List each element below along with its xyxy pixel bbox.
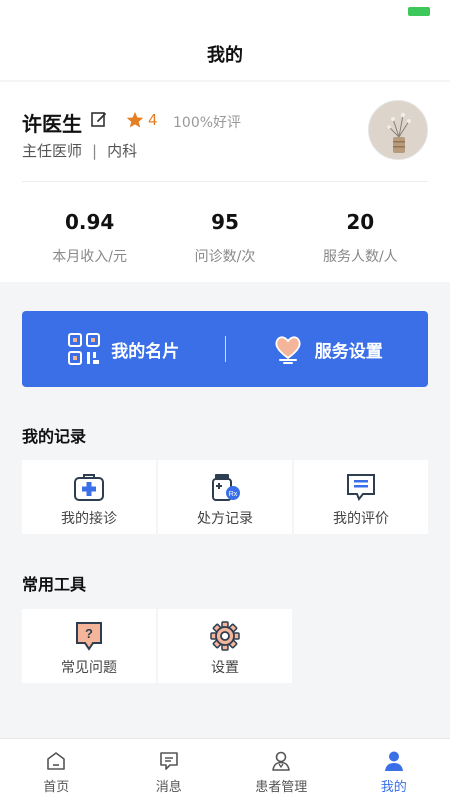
tab-home[interactable]: 首页 [0, 739, 113, 800]
profile-card: 许医生 4 100%好评 主任医师 | 内科 0.94 本月收入/元 95 问诊… [0, 82, 450, 282]
tab-messages[interactable]: 消息 [113, 739, 226, 800]
tile-label: 我的接诊 [61, 511, 117, 527]
review-message-icon [347, 474, 375, 501]
tile-label: 我的评价 [333, 511, 389, 527]
nav-bar: 我的 [0, 28, 450, 80]
service-settings-button[interactable]: 服务设置 [226, 332, 429, 366]
edit-icon[interactable] [90, 110, 108, 128]
rating-value: 4 [148, 111, 158, 129]
tab-label: 消息 [155, 780, 182, 795]
tab-patient-management[interactable]: 患者管理 [225, 739, 338, 800]
doctor-title-line: 主任医师 | 内科 [22, 140, 137, 161]
record-prescriptions[interactable]: Rx 处方记录 [158, 460, 292, 534]
svg-text:?: ? [85, 626, 93, 641]
stat-income[interactable]: 0.94 本月收入/元 [22, 202, 157, 276]
patient-icon [272, 751, 291, 771]
tool-faq[interactable]: ? 常见问题 [22, 609, 156, 683]
tools-section-title: 常用工具 [22, 575, 87, 594]
stat-value: 95 [211, 210, 239, 234]
stat-label: 问诊数/次 [194, 249, 256, 265]
avatar-photo [369, 101, 427, 159]
faq-icon: ? [76, 622, 102, 651]
doctor-name: 许医生 [22, 112, 82, 136]
stat-patients-served[interactable]: 20 服务人数/人 [293, 202, 428, 276]
record-my-reviews[interactable]: 我的评价 [294, 460, 428, 534]
avatar[interactable] [368, 100, 428, 160]
heart-hand-icon [275, 336, 301, 364]
home-icon [47, 752, 66, 770]
title-separator: | [92, 142, 98, 160]
stat-value: 0.94 [64, 210, 115, 234]
stats-panel: 0.94 本月收入/元 95 问诊数/次 20 服务人数/人 [22, 202, 428, 276]
svg-text:Rx: Rx [229, 491, 238, 498]
divider [22, 181, 428, 182]
doctor-department: 内科 [107, 142, 138, 160]
medical-kit-icon [74, 474, 104, 501]
bottom-tab-bar: 首页 消息 患者管理 我的 [0, 738, 450, 800]
tile-label: 设置 [211, 660, 239, 676]
stat-value: 20 [346, 210, 375, 234]
tile-label: 常见问题 [61, 660, 117, 676]
prescription-bottle-icon: Rx [212, 474, 240, 501]
records-grid: 我的接诊 Rx 处方记录 我的评价 [22, 460, 430, 534]
tab-label: 患者管理 [255, 780, 308, 795]
profile-icon [384, 751, 403, 771]
tools-grid: ? 常见问题 设置 [22, 609, 294, 683]
star-icon [126, 111, 144, 128]
action-banner: 我的名片 服务设置 [22, 311, 428, 387]
page-title: 我的 [207, 45, 243, 66]
gear-icon [210, 621, 240, 651]
tool-settings[interactable]: 设置 [158, 609, 292, 683]
records-section-title: 我的记录 [22, 427, 87, 446]
tab-label: 我的 [380, 780, 407, 795]
stat-label: 本月收入/元 [52, 249, 128, 265]
tab-label: 首页 [43, 780, 70, 795]
my-card-button[interactable]: 我的名片 [22, 332, 225, 366]
battery-icon [408, 7, 430, 16]
tab-profile[interactable]: 我的 [338, 739, 450, 800]
record-my-consultations[interactable]: 我的接诊 [22, 460, 156, 534]
tile-label: 处方记录 [197, 511, 253, 527]
message-icon [159, 752, 178, 770]
doctor-position: 主任医师 [22, 142, 83, 160]
status-bar [0, 0, 450, 28]
qr-code-icon [68, 333, 101, 365]
stat-label: 服务人数/人 [322, 249, 398, 265]
praise-rate: 100%好评 [173, 115, 242, 131]
stat-consultations[interactable]: 95 问诊数/次 [157, 202, 292, 276]
service-settings-label: 服务设置 [314, 341, 383, 362]
my-card-label: 我的名片 [111, 341, 180, 362]
